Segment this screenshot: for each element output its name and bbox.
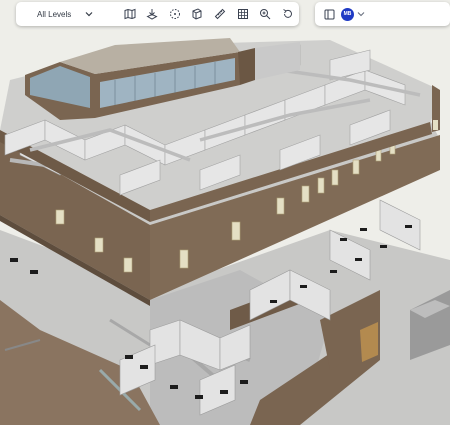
select-region-icon[interactable] — [164, 2, 187, 26]
grid-icon[interactable] — [231, 2, 254, 26]
view-toolbar: All Levels — [16, 2, 299, 26]
section-icon[interactable] — [141, 2, 164, 26]
zoom-icon[interactable] — [254, 2, 277, 26]
user-toolbar: MB — [315, 2, 450, 26]
3d-view-icon[interactable] — [186, 2, 209, 26]
chevron-down-icon — [85, 11, 93, 17]
map-icon[interactable] — [118, 2, 141, 26]
reset-view-icon[interactable] — [276, 2, 299, 26]
chevron-down-icon[interactable] — [357, 11, 365, 17]
panel-toggle-icon[interactable] — [319, 2, 339, 26]
level-selector-label: All Levels — [37, 9, 72, 19]
user-avatar[interactable]: MB — [341, 7, 354, 21]
3d-building-viewport[interactable] — [0, 0, 450, 425]
level-selector[interactable]: All Levels — [16, 2, 118, 26]
measure-icon[interactable] — [209, 2, 232, 26]
